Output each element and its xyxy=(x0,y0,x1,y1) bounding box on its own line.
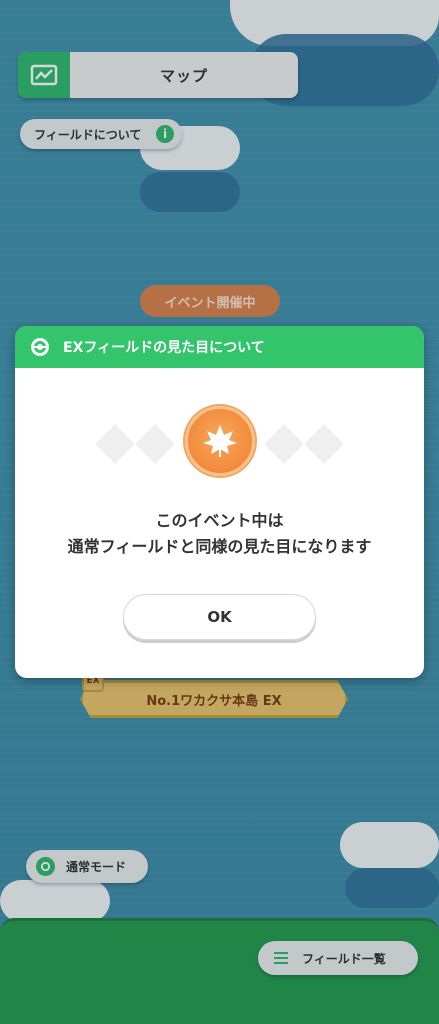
dialog-message-line1: このイベント中は xyxy=(155,511,284,530)
dialog-message-line2: 通常フィールドと同様の見た目になります xyxy=(67,537,372,556)
dialog-header: EXフィールドの見た目について xyxy=(15,326,424,368)
leaf-medal-icon xyxy=(185,406,255,476)
ex-field-dialog: EXフィールドの見た目について このイベント中は 通常フィールドと同様の見た目に… xyxy=(15,326,424,678)
dialog-title: EXフィールドの見た目について xyxy=(63,340,265,356)
decor-diamond xyxy=(264,424,304,464)
decor-diamond xyxy=(304,424,344,464)
decor-diamond xyxy=(95,424,135,464)
pokeball-icon xyxy=(31,338,49,356)
decor-diamond xyxy=(135,424,175,464)
ok-button[interactable]: OK xyxy=(123,594,316,640)
